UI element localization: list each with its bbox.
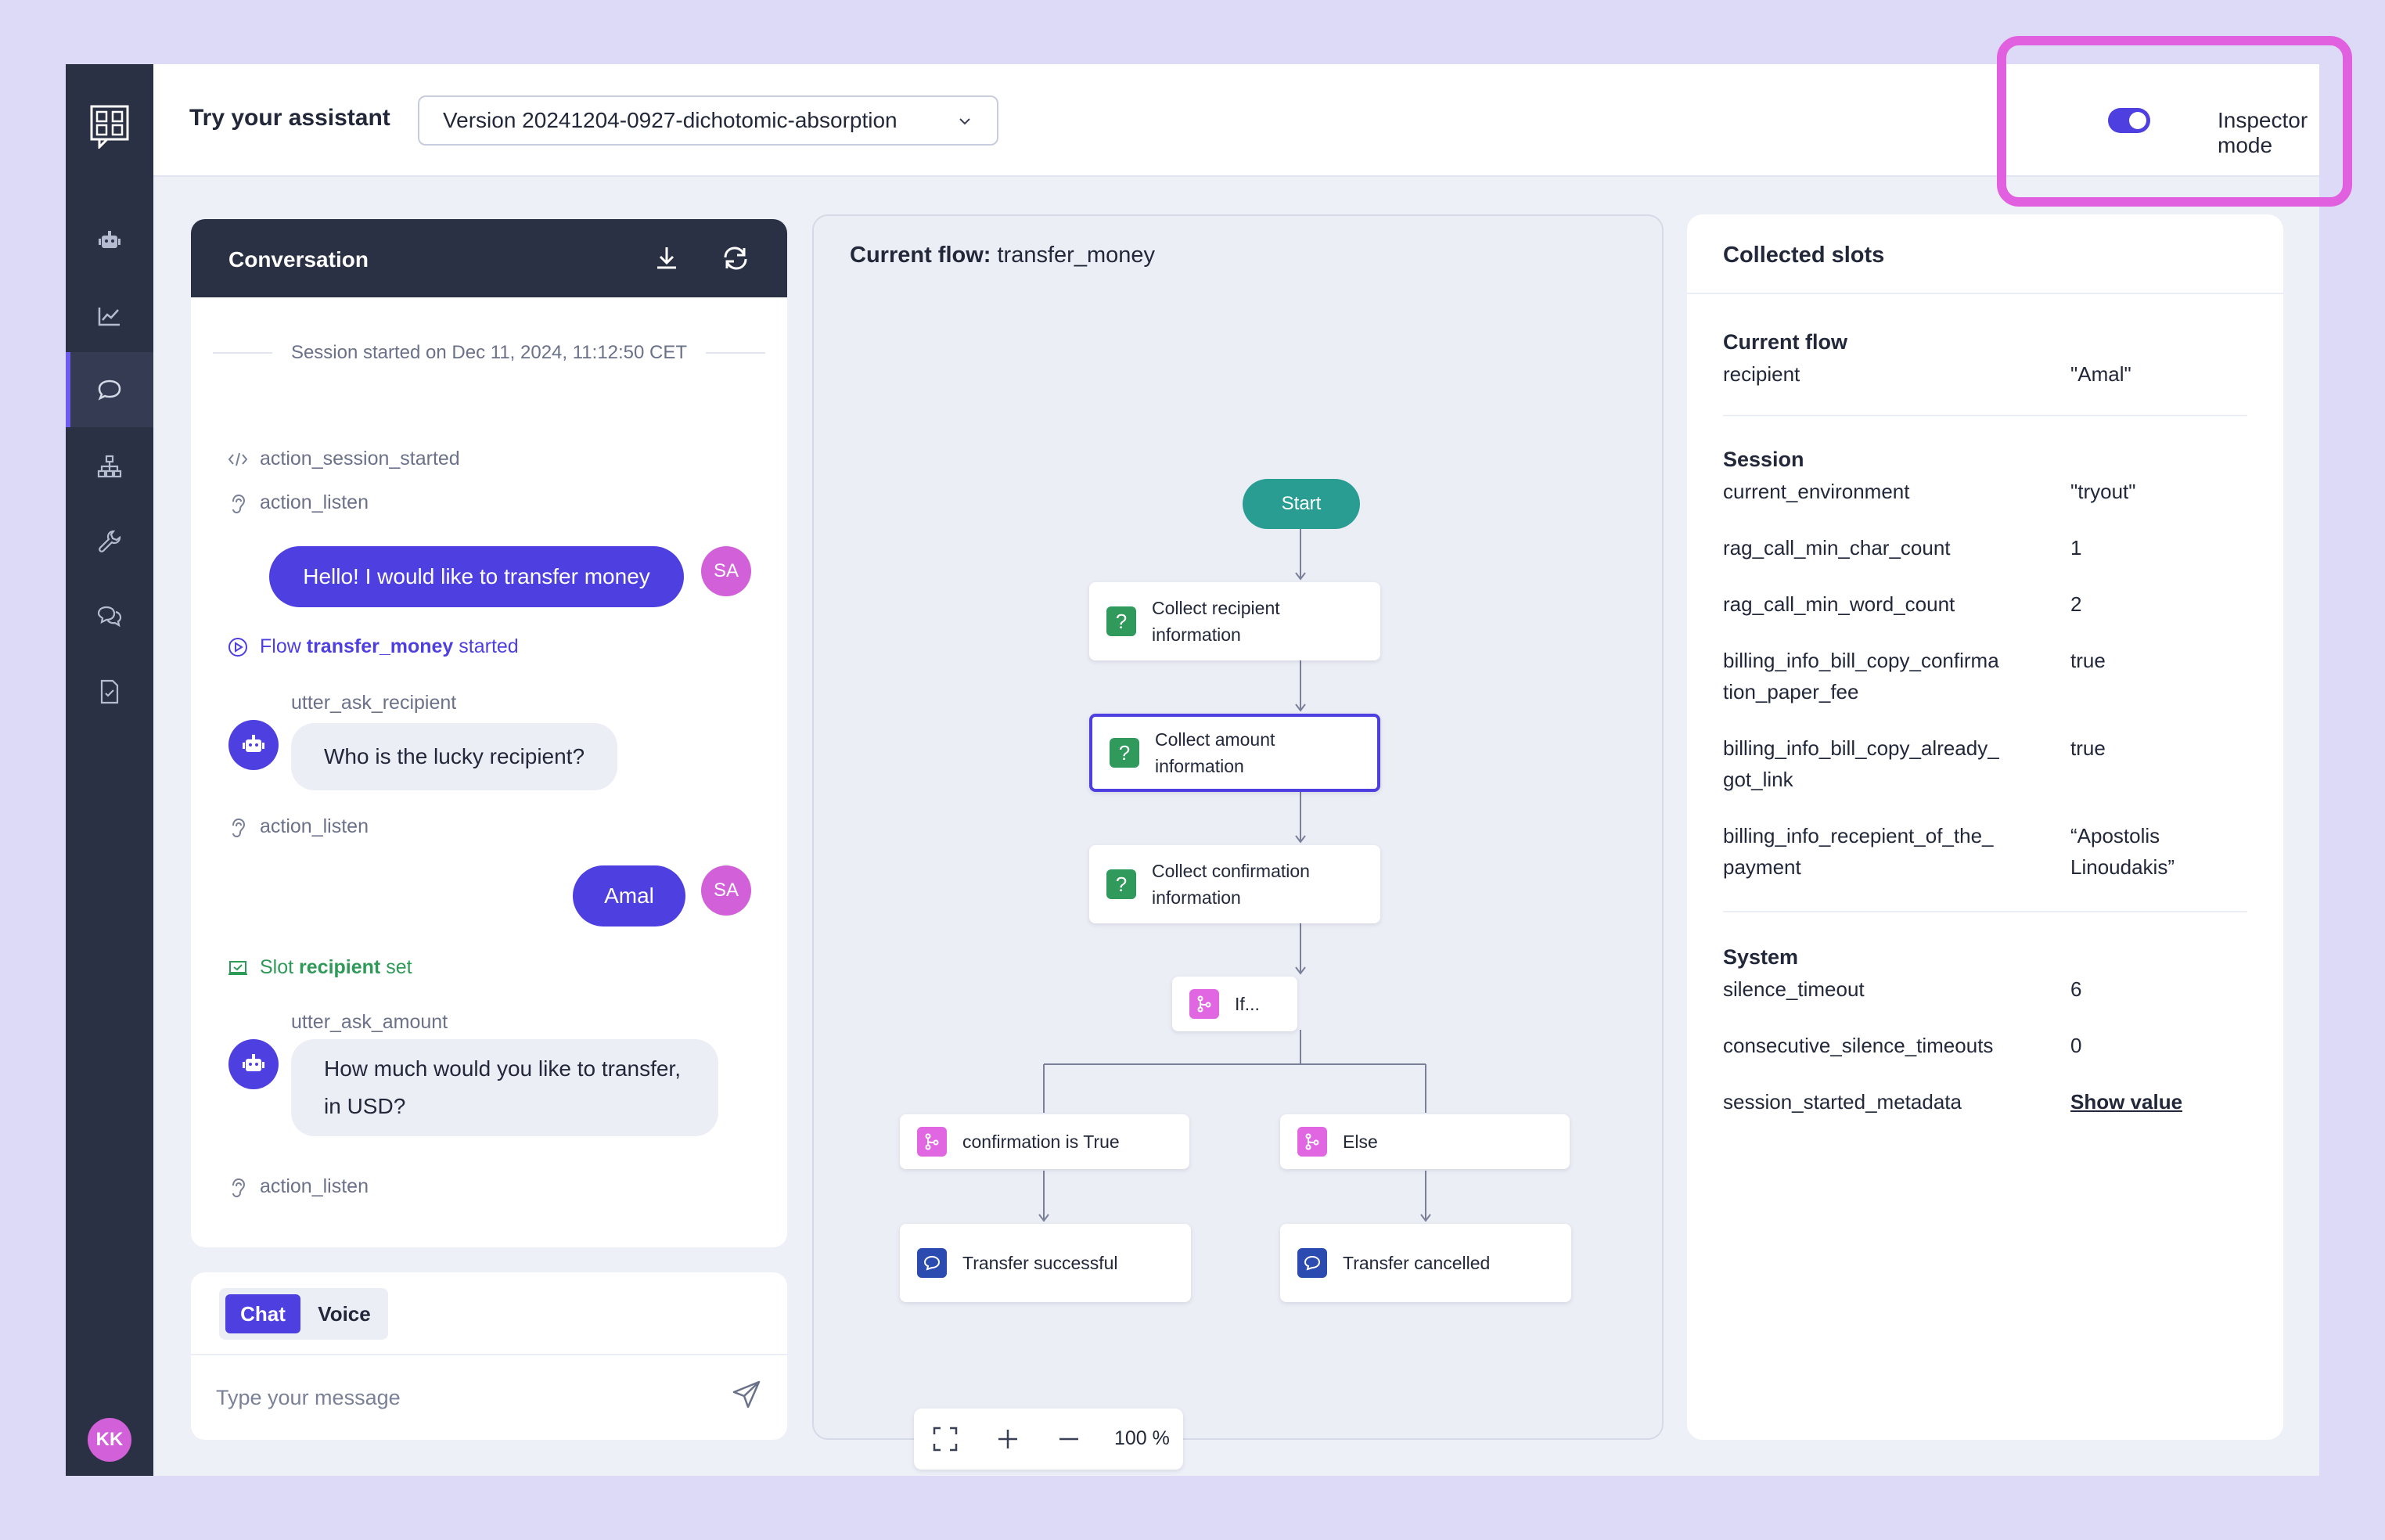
slot-key: billing_info_bill_copy_confirma tion_pap…: [1723, 649, 1999, 703]
slots-title: Collected slots: [1723, 243, 1885, 268]
flow-node-transfer-successful[interactable]: Transfer successful: [900, 1224, 1191, 1302]
zoom-in-icon[interactable]: [992, 1423, 1023, 1455]
node-label: information: [1155, 756, 1244, 776]
node-label: Collect confirmation: [1152, 861, 1310, 881]
node-label: Transfer cancelled: [1343, 1253, 1491, 1273]
node-label: Transfer successful: [962, 1253, 1118, 1273]
flow-node-collect-confirmation[interactable]: ? Collect confirmation information: [1089, 845, 1380, 923]
slot-value: 0: [2070, 1034, 2082, 1057]
slot-value: true: [2070, 736, 2106, 760]
question-icon: ?: [1106, 606, 1136, 636]
message-icon: [1297, 1248, 1327, 1278]
app-window: KK Try your assistant Version 20241204-0…: [66, 64, 2319, 1476]
show-value-link[interactable]: Show value: [2070, 1086, 2258, 1117]
zoom-controls: 100 %: [914, 1409, 1183, 1470]
branch-icon: [1297, 1127, 1327, 1157]
node-label: Collect recipient: [1152, 598, 1280, 618]
branch-icon: [917, 1127, 947, 1157]
divider: [1723, 911, 2247, 912]
slot-key: session_started_metadata: [1723, 1090, 1962, 1114]
node-label: If...: [1235, 994, 1260, 1014]
node-label: Else: [1343, 1132, 1378, 1152]
slot-key: billing_info_bill_copy_already_ got_link: [1723, 736, 1999, 791]
divider: [1723, 415, 2247, 416]
node-label: Collect amount: [1155, 729, 1275, 750]
section-title-session: Session: [1723, 448, 1804, 471]
question-icon: ?: [1106, 869, 1136, 899]
slot-value: 2: [2070, 592, 2082, 616]
flow-node-collect-amount[interactable]: ? Collect amount information: [1089, 714, 1380, 792]
flow-node-transfer-cancelled[interactable]: Transfer cancelled: [1280, 1224, 1571, 1302]
divider: [1687, 293, 2283, 294]
slot-value: 1: [2070, 536, 2082, 560]
flow-node-confirmation-true[interactable]: confirmation is True: [900, 1114, 1189, 1169]
flow-node-collect-recipient[interactable]: ? Collect recipient information: [1089, 582, 1380, 660]
node-label: confirmation is True: [962, 1132, 1120, 1152]
slot-key: current_environment: [1723, 480, 1910, 503]
zoom-out-icon[interactable]: [1053, 1423, 1085, 1455]
slot-key: recipient: [1723, 362, 1800, 386]
message-icon: [917, 1248, 947, 1278]
flow-start-node[interactable]: Start: [1243, 479, 1360, 529]
collected-slots-panel: Collected slots Current flow recipient "…: [1687, 214, 2283, 1440]
slot-value: "tryout": [2070, 480, 2136, 503]
slot-key: rag_call_min_char_count: [1723, 536, 1951, 560]
zoom-level: 100 %: [1114, 1427, 1170, 1449]
inspector-mode-highlight: [1997, 36, 2352, 207]
question-icon: ?: [1110, 738, 1139, 768]
slot-key: silence_timeout: [1723, 977, 1865, 1001]
flow-node-else[interactable]: Else: [1280, 1114, 1570, 1169]
flow-node-if[interactable]: If...: [1172, 977, 1297, 1031]
slot-value: true: [2070, 649, 2106, 672]
node-label: information: [1152, 624, 1241, 645]
node-label: information: [1152, 887, 1241, 908]
fullscreen-icon[interactable]: [930, 1423, 961, 1455]
slot-key: consecutive_silence_timeouts: [1723, 1034, 1994, 1057]
slot-key: rag_call_min_word_count: [1723, 592, 1955, 616]
slot-value: 6: [2070, 977, 2082, 1001]
section-title-system: System: [1723, 945, 1799, 969]
slot-key: billing_info_recepient_of_the_ payment: [1723, 824, 1994, 879]
section-title-current-flow: Current flow: [1723, 330, 1847, 354]
slot-value: “Apostolis Linoudakis”: [2070, 824, 2175, 879]
branch-icon: [1189, 989, 1219, 1019]
slot-value: "Amal": [2070, 362, 2131, 386]
